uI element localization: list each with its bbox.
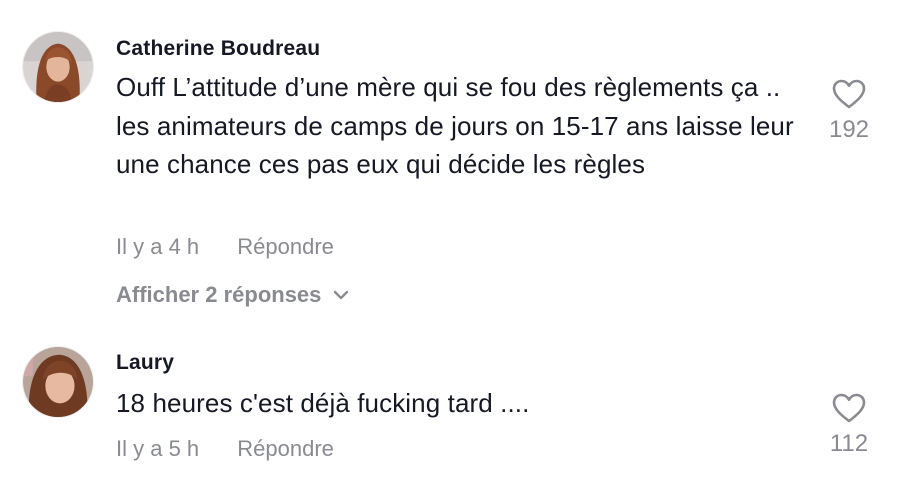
chevron-down-icon xyxy=(334,290,349,300)
like-button[interactable]: 192 xyxy=(809,78,889,144)
view-replies-button[interactable]: Afficher 2 réponses xyxy=(116,282,349,308)
comment-timestamp: Il y a 4 h xyxy=(116,234,200,259)
reply-button[interactable]: Répondre xyxy=(237,436,334,461)
like-count: 192 xyxy=(828,116,870,143)
comment-text: 18 heures c'est déjà fucking tard .... xyxy=(116,388,530,418)
avatar-image xyxy=(23,347,93,417)
view-replies-label: Afficher 2 réponses xyxy=(116,282,322,307)
reply-button[interactable]: Répondre xyxy=(237,234,334,259)
comment-meta: Il y a 4 h Répondre xyxy=(116,234,334,260)
avatar[interactable] xyxy=(22,346,94,418)
heart-outline-icon xyxy=(832,79,866,109)
like-button[interactable]: 112 xyxy=(809,392,889,458)
comment-username[interactable]: Catherine Boudreau xyxy=(116,37,320,61)
avatar-image xyxy=(23,32,93,102)
comment-item: Laury 18 heures c'est déjà fucking tard … xyxy=(0,330,910,480)
comment-item: Catherine Boudreau Ouff L’attitude d’une… xyxy=(0,0,910,320)
comment-timestamp: Il y a 5 h xyxy=(116,436,200,461)
heart-outline-icon xyxy=(832,393,866,423)
comment-text: Ouff L’attitude d’une mère qui se fou de… xyxy=(116,72,794,179)
avatar[interactable] xyxy=(22,31,94,103)
comment-username[interactable]: Laury xyxy=(116,351,174,375)
like-count: 112 xyxy=(829,430,869,457)
comment-meta: Il y a 5 h Répondre xyxy=(116,436,334,462)
